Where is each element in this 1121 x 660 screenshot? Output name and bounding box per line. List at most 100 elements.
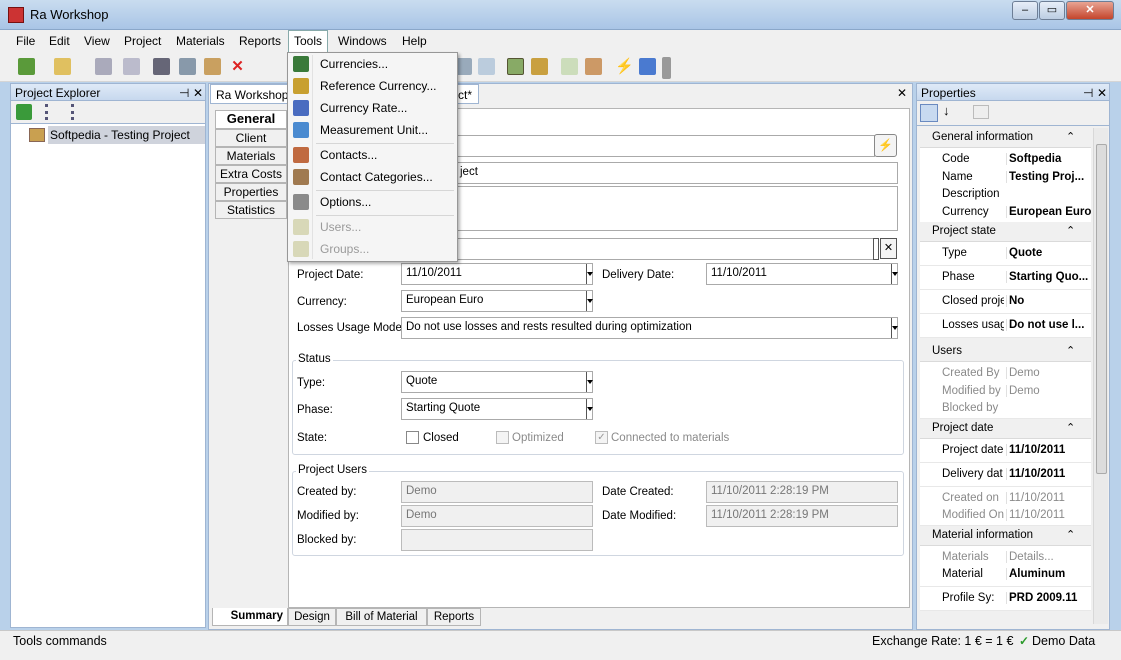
tab-summary[interactable]: Summary <box>212 608 288 626</box>
property-row[interactable]: Material Aluminum <box>920 563 1091 587</box>
tab-general[interactable]: General <box>215 110 287 129</box>
close-icon[interactable]: ✕ <box>193 86 203 100</box>
phase-select[interactable]: Starting Quote <box>401 398 593 420</box>
menu-item-contacts[interactable]: Contacts... <box>290 144 455 166</box>
lightning-icon[interactable]: ⚡ <box>615 58 634 75</box>
property-row[interactable]: Type Quote <box>920 242 1091 266</box>
created-by-field[interactable]: Demo <box>401 481 593 503</box>
minimize-button[interactable]: – <box>1012 1 1038 20</box>
date-modified-field[interactable]: 11/10/2011 2:28:19 PM <box>706 505 898 527</box>
tab-statistics[interactable]: Statistics <box>215 201 287 219</box>
close-icon[interactable]: ✕ <box>1097 86 1107 100</box>
delivery-date-dropdown[interactable] <box>891 264 898 284</box>
name-field[interactable]: ject <box>455 162 898 184</box>
collapse-icon[interactable]: ⌃ <box>1066 421 1075 434</box>
open-icon[interactable] <box>54 58 71 75</box>
tab-client[interactable]: Client <box>215 129 287 147</box>
tree-item-project[interactable]: Softpedia - Testing Project <box>48 126 205 144</box>
folder-item-icon[interactable] <box>531 58 548 75</box>
tree-view-icon[interactable] <box>71 104 87 120</box>
clear-client-icon[interactable]: ✕ <box>880 238 897 259</box>
client-field[interactable] <box>455 238 875 260</box>
modified-by-field[interactable]: Demo <box>401 505 593 527</box>
scroll-thumb[interactable] <box>1096 144 1107 474</box>
property-section-header[interactable]: Project date ⌃ <box>920 418 1091 439</box>
menu-item-users[interactable]: Users... <box>290 216 455 238</box>
property-section-header[interactable]: Project state ⌃ <box>920 222 1091 242</box>
property-row[interactable]: Modified On 11/10/2011 <box>920 504 1091 526</box>
property-scrollbar[interactable] <box>1093 128 1108 624</box>
tab-design[interactable]: Design <box>288 608 336 626</box>
pin-icon[interactable]: ⊣ <box>179 86 189 100</box>
menu-help[interactable]: Help <box>402 34 427 48</box>
sort-alpha-icon[interactable]: ↓ <box>943 103 950 118</box>
type-dropdown[interactable] <box>586 372 593 392</box>
losses-dropdown[interactable] <box>891 318 898 338</box>
property-section-header[interactable]: Material information ⌃ <box>920 525 1091 546</box>
type-select[interactable]: Quote <box>401 371 593 393</box>
closed-checkbox[interactable] <box>406 431 419 444</box>
save-all-icon[interactable] <box>123 58 140 75</box>
blocked-by-field[interactable] <box>401 529 593 551</box>
property-section-header[interactable]: General information ⌃ <box>920 128 1091 148</box>
property-row[interactable]: Profile Sy: PRD 2009.11 <box>920 587 1091 611</box>
tab-reports[interactable]: Reports <box>427 608 481 626</box>
currency-select[interactable]: European Euro <box>401 290 593 312</box>
collapse-icon[interactable]: ⌃ <box>1066 344 1075 357</box>
client-dropdown-button[interactable] <box>873 238 879 260</box>
menu-tools[interactable]: Tools <box>288 30 329 54</box>
toolbar-tool2-icon[interactable] <box>478 58 495 75</box>
property-row[interactable]: Losses usag Do not use l... <box>920 314 1091 338</box>
categorized-icon[interactable] <box>920 104 938 122</box>
toolbar-overflow[interactable] <box>662 57 671 79</box>
connected-checkbox[interactable]: ✓ <box>595 431 608 444</box>
property-row[interactable]: Project date 11/10/2011 <box>920 438 1091 463</box>
cut-icon[interactable] <box>153 58 170 75</box>
menu-file[interactable]: File <box>16 34 35 48</box>
paste-icon[interactable] <box>204 58 221 75</box>
delete-icon[interactable]: ✕ <box>229 58 246 75</box>
optimized-checkbox[interactable] <box>496 431 509 444</box>
collapse-icon[interactable]: ⌃ <box>1066 130 1075 143</box>
pin-icon[interactable]: ⊣ <box>1083 86 1093 100</box>
menu-windows[interactable]: Windows <box>338 34 387 48</box>
menu-item-contact-categories[interactable]: Contact Categories... <box>290 166 455 188</box>
menu-item-reference-currency[interactable]: Reference Currency... <box>290 75 455 97</box>
tab-properties[interactable]: Properties <box>215 183 287 201</box>
property-pages-icon[interactable] <box>973 105 989 119</box>
document-tab[interactable]: Ra Workshop N <box>210 84 288 104</box>
property-section-header[interactable]: Users ⌃ <box>920 342 1091 362</box>
tab-extra-costs[interactable]: Extra Costs <box>215 165 287 183</box>
settings-icon[interactable] <box>639 58 656 75</box>
list-icon[interactable] <box>45 104 61 120</box>
delivery-date-field[interactable]: 11/10/2011 <box>706 263 898 285</box>
collapse-icon[interactable]: ⌃ <box>1066 224 1075 237</box>
menu-reports[interactable]: Reports <box>239 34 281 48</box>
report-icon[interactable] <box>585 58 602 75</box>
menu-item-currencies[interactable]: Currencies... <box>290 53 455 75</box>
property-row[interactable]: Phase Starting Quo... <box>920 266 1091 290</box>
save-icon[interactable] <box>95 58 112 75</box>
menu-item-groups[interactable]: Groups... <box>290 238 455 260</box>
menu-edit[interactable]: Edit <box>49 34 70 48</box>
property-row[interactable]: Currency European Euro <box>920 200 1091 223</box>
losses-select[interactable]: Do not use losses and rests resulted dur… <box>401 317 898 339</box>
close-button[interactable]: ✕ <box>1066 1 1114 20</box>
menu-view[interactable]: View <box>84 34 110 48</box>
date-created-field[interactable]: 11/10/2011 2:28:19 PM <box>706 481 898 503</box>
currency-dropdown[interactable] <box>586 291 593 311</box>
project-date-field[interactable]: 11/10/2011 <box>401 263 593 285</box>
refresh-icon[interactable] <box>16 104 32 120</box>
phase-dropdown[interactable] <box>586 399 593 419</box>
tab-bill-of-material[interactable]: Bill of Material <box>336 608 427 626</box>
maximize-button[interactable]: ▭ <box>1039 1 1065 20</box>
description-field[interactable] <box>455 186 898 231</box>
document-tab-rest[interactable]: ct* <box>458 84 479 104</box>
collapse-icon[interactable]: ⌃ <box>1066 528 1075 541</box>
menu-materials[interactable]: Materials <box>176 34 225 48</box>
menu-project[interactable]: Project <box>124 34 161 48</box>
menu-item-currency-rate[interactable]: Currency Rate... <box>290 97 455 119</box>
copy-icon[interactable] <box>179 58 196 75</box>
document-close-icon[interactable]: ✕ <box>897 86 907 100</box>
property-row[interactable]: Blocked by <box>920 397 1091 419</box>
